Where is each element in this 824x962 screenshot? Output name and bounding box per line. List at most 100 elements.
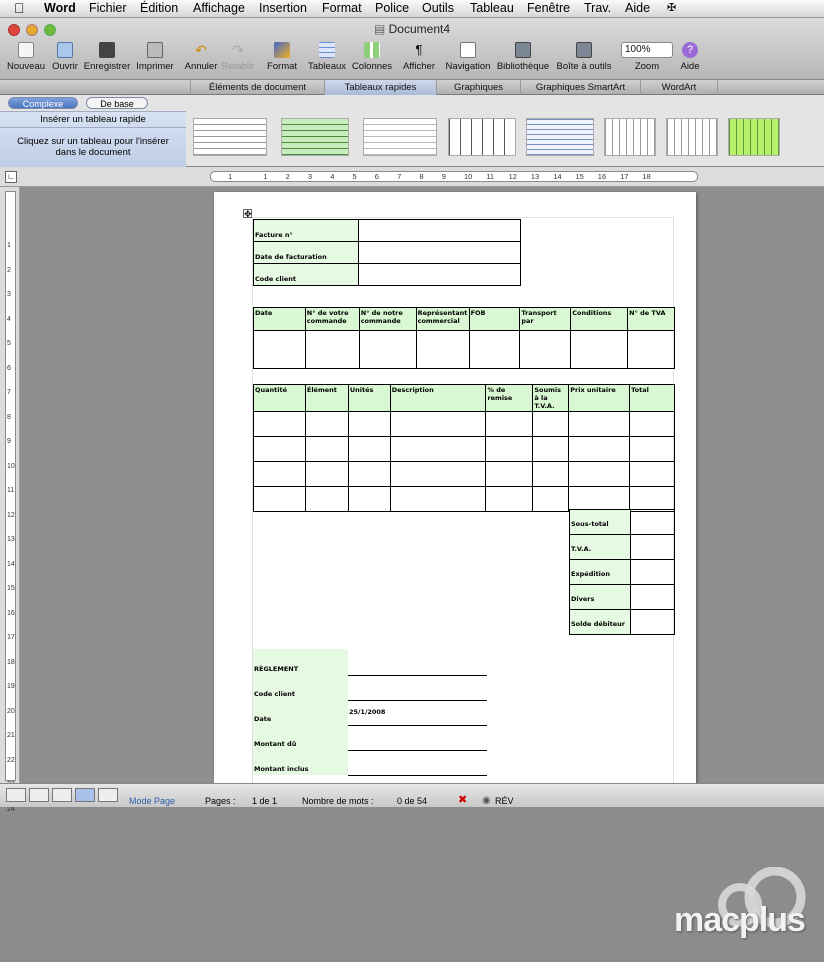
outline-view-icon[interactable]: [29, 788, 49, 802]
new-button[interactable]: Nouveau: [6, 42, 46, 72]
menu-fenetre[interactable]: Fenêtre: [527, 1, 570, 15]
quick-table-thumbnail-4[interactable]: [448, 118, 516, 156]
document-canvas[interactable]: ✥ Facture n° Date de facturation Code cl…: [20, 187, 824, 939]
zoom-select[interactable]: 100%: [621, 42, 673, 58]
item-cell[interactable]: [389, 411, 487, 437]
item-cell[interactable]: [347, 411, 391, 437]
calendar-thumbnail-1[interactable]: [604, 118, 656, 156]
draft-view-icon[interactable]: [6, 788, 26, 802]
payment-date-value[interactable]: 25/1/2008: [348, 700, 487, 726]
spelling-check-icon[interactable]: ✖: [458, 793, 467, 806]
item-cell[interactable]: [389, 436, 487, 462]
columns-button[interactable]: Colonnes: [351, 42, 393, 72]
track-changes-label[interactable]: RÉV: [495, 796, 514, 806]
item-cell[interactable]: [304, 461, 349, 487]
item-cell[interactable]: [532, 461, 570, 487]
total-value[interactable]: [630, 584, 675, 610]
menu-fichier[interactable]: Fichier: [89, 1, 127, 15]
item-cell[interactable]: [532, 486, 570, 512]
totals-table[interactable]: Sous-total T.V.A. Expédition Divers Solde dé…: [569, 509, 675, 635]
item-cell[interactable]: [347, 436, 391, 462]
item-cell[interactable]: [568, 411, 631, 437]
item-cell[interactable]: [389, 461, 487, 487]
item-cell[interactable]: [253, 436, 306, 462]
table-move-handle-icon[interactable]: ✥: [243, 209, 252, 219]
calendar-thumbnail-2[interactable]: [666, 118, 718, 156]
menu-aide[interactable]: Aide: [625, 1, 650, 15]
item-cell[interactable]: [253, 486, 306, 512]
total-value[interactable]: [630, 509, 675, 535]
order-cell[interactable]: [253, 330, 306, 369]
tab-wordart[interactable]: WordArt: [640, 80, 718, 95]
menu-insertion[interactable]: Insertion: [259, 1, 307, 15]
line-items-table[interactable]: Quantité Élément Unités Description% de rem…: [253, 384, 675, 512]
order-cell[interactable]: [570, 330, 629, 369]
quick-table-thumbnail-3[interactable]: [363, 118, 437, 156]
order-cell[interactable]: [627, 330, 675, 369]
segment-complex[interactable]: Complexe: [8, 97, 78, 109]
menu-tableau[interactable]: Tableau: [470, 1, 514, 15]
menu-format[interactable]: Format: [322, 1, 362, 15]
menu-police[interactable]: Police: [375, 1, 409, 15]
payment-amount-due-value[interactable]: [348, 725, 487, 751]
payment-amount-included-value[interactable]: [348, 750, 487, 776]
tab-charts[interactable]: Graphiques: [436, 80, 520, 95]
item-cell[interactable]: [629, 461, 675, 487]
calendar-thumbnail-3[interactable]: [728, 118, 780, 156]
quick-table-thumbnail-2[interactable]: [281, 118, 349, 156]
order-cell[interactable]: [304, 330, 360, 369]
payment-customer-code-value[interactable]: [348, 675, 487, 701]
invoice-number-cell[interactable]: [358, 219, 521, 242]
apple-icon[interactable]: : [14, 0, 25, 16]
tab-document-elements[interactable]: Éléments de document: [190, 80, 324, 95]
payment-table[interactable]: RÈGLEMENT Code client Date 25/1/2008 Mont…: [253, 649, 487, 776]
item-cell[interactable]: [304, 411, 349, 437]
invoice-header-table[interactable]: Facture n° Date de facturation Code clie…: [253, 219, 521, 286]
zoom-control[interactable]: 100% Zoom: [621, 42, 673, 72]
item-cell[interactable]: [568, 486, 631, 512]
total-value[interactable]: [630, 609, 675, 635]
script-menu-icon[interactable]: ✠: [667, 1, 676, 14]
toolbox-button[interactable]: Boîte à outils: [555, 42, 613, 72]
order-cell[interactable]: [358, 330, 417, 369]
item-cell[interactable]: [253, 461, 306, 487]
payment-title-value[interactable]: [348, 649, 487, 676]
save-button[interactable]: Enregistrer: [82, 42, 132, 72]
undo-button[interactable]: ↶ Annuler: [183, 42, 219, 72]
item-cell[interactable]: [485, 436, 534, 462]
help-button[interactable]: ? Aide: [677, 42, 703, 72]
tab-quick-tables[interactable]: Tableaux rapides: [324, 80, 436, 95]
item-cell[interactable]: [532, 436, 570, 462]
item-cell[interactable]: [532, 411, 570, 437]
item-cell[interactable]: [629, 411, 675, 437]
vertical-ruler[interactable]: 123456789101112131415161718192021222324: [5, 191, 16, 813]
print-button[interactable]: Imprimer: [134, 42, 176, 72]
redo-button[interactable]: ↷ Rétablir: [221, 42, 255, 72]
document-page[interactable]: ✥ Facture n° Date de facturation Code cl…: [214, 192, 696, 792]
invoice-date-cell[interactable]: [358, 241, 521, 264]
tab-selector-icon[interactable]: ∟: [5, 171, 17, 183]
open-button[interactable]: Ouvrir: [49, 42, 81, 72]
item-cell[interactable]: [485, 461, 534, 487]
horizontal-ruler[interactable]: 1 1 2 3 4 5 6 7 8 9 10 11 12 13 14 15 16 17 18: [210, 171, 698, 182]
item-cell[interactable]: [253, 411, 306, 437]
page-view-icon[interactable]: [75, 788, 95, 802]
item-cell[interactable]: [485, 486, 534, 512]
quick-table-thumbnail-5[interactable]: [526, 118, 594, 156]
item-cell[interactable]: [347, 461, 391, 487]
tables-button[interactable]: Tableaux: [307, 42, 347, 72]
item-cell[interactable]: [304, 436, 349, 462]
notebook-view-icon[interactable]: [98, 788, 118, 802]
item-cell[interactable]: [568, 436, 631, 462]
quick-table-thumbnail-1[interactable]: [193, 118, 267, 156]
menu-affichage[interactable]: Affichage: [193, 1, 245, 15]
segment-basic[interactable]: De base: [86, 97, 148, 109]
navigation-button[interactable]: Navigation: [444, 42, 492, 72]
order-cell[interactable]: [415, 330, 470, 369]
order-cell[interactable]: [468, 330, 521, 369]
item-cell[interactable]: [629, 436, 675, 462]
order-cell[interactable]: [519, 330, 572, 369]
library-button[interactable]: Bibliothèque: [496, 42, 550, 72]
order-info-table[interactable]: Date N° de votre commande N° de notre comm…: [253, 307, 675, 369]
customer-code-cell[interactable]: [358, 263, 521, 286]
